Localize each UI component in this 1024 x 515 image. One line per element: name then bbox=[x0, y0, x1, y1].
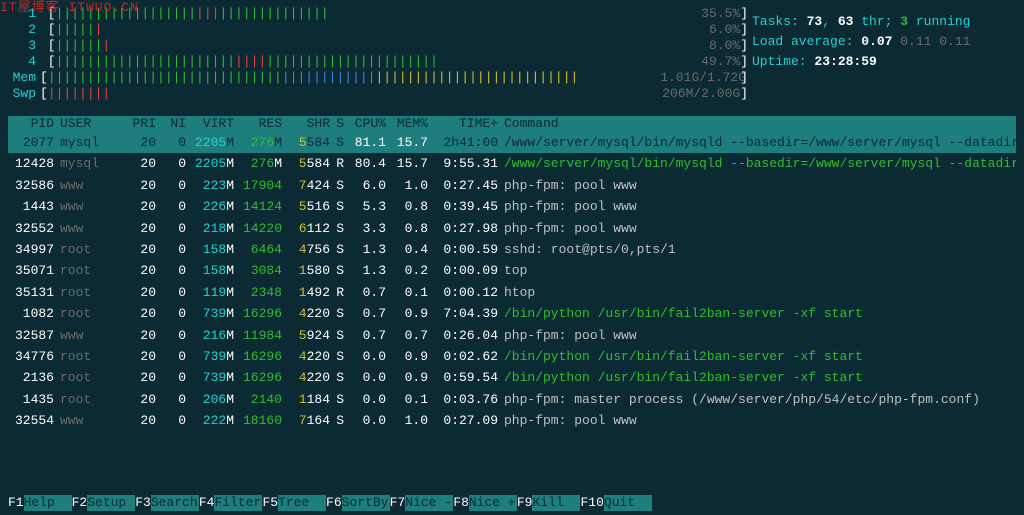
process-row[interactable]: 32552www200218M142206112S3.30.80:27.98ph… bbox=[8, 218, 1016, 239]
process-row[interactable]: 12428mysql2002205M276M5584R80.415.79:55.… bbox=[8, 153, 1016, 174]
loadavg-line: Load average: 0.07 0.11 0.11 bbox=[752, 34, 1016, 54]
info-panel: Tasks: 73, 63 thr; 3 running Load averag… bbox=[748, 6, 1016, 102]
process-row[interactable]: 35131root200119M23481492R0.70.10:00.12ht… bbox=[8, 282, 1016, 303]
process-row[interactable]: 2136root200739M162964220S0.00.90:59.54/b… bbox=[8, 367, 1016, 388]
process-row[interactable]: 32554www200222M181607164S0.01.00:27.09ph… bbox=[8, 410, 1016, 431]
process-row[interactable]: 2077mysql2002205M276M5584S81.115.72h41:0… bbox=[8, 132, 1016, 153]
tasks-line: Tasks: 73, 63 thr; 3 running bbox=[752, 14, 1016, 34]
fkey-F3[interactable]: F3 bbox=[135, 495, 151, 510]
fkey-F1[interactable]: F1 bbox=[8, 495, 24, 510]
cpu-meter-1: 1 [|||||||||||||||||||||||||||||||||||35… bbox=[8, 6, 748, 22]
fkey-F2[interactable]: F2 bbox=[72, 495, 88, 510]
cpu-meter-3: 3 [|||||||8.0%] bbox=[8, 38, 748, 54]
fkey-F5[interactable]: F5 bbox=[262, 495, 278, 510]
fkey-F8[interactable]: F8 bbox=[453, 495, 469, 510]
process-list[interactable]: 2077mysql2002205M276M5584S81.115.72h41:0… bbox=[8, 132, 1016, 431]
meters-panel: 1 [|||||||||||||||||||||||||||||||||||35… bbox=[8, 6, 748, 102]
process-row[interactable]: 34776root200739M162964220S0.00.90:02.62/… bbox=[8, 346, 1016, 367]
process-row[interactable]: 32586www200223M179047424S6.01.00:27.45ph… bbox=[8, 175, 1016, 196]
fkey-F7[interactable]: F7 bbox=[390, 495, 406, 510]
swp-meter: Swp[||||||||206M/2.00G] bbox=[8, 86, 748, 102]
process-row[interactable]: 1435root200206M21401184S0.00.10:03.76php… bbox=[8, 389, 1016, 410]
mem-meter: Mem[||||||||||||||||||||||||||||||||||||… bbox=[8, 70, 748, 86]
function-keys[interactable]: F1Help F2Setup F3SearchF4FilterF5Tree F6… bbox=[8, 495, 652, 511]
fkey-F9[interactable]: F9 bbox=[517, 495, 533, 510]
top-section: 1 [|||||||||||||||||||||||||||||||||||35… bbox=[8, 6, 1016, 102]
process-row[interactable]: 1082root200739M162964220S0.70.97:04.39/b… bbox=[8, 303, 1016, 324]
fkey-F4[interactable]: F4 bbox=[199, 495, 215, 510]
fkey-F6[interactable]: F6 bbox=[326, 495, 342, 510]
process-row[interactable]: 1443www200226M141245516S5.30.80:39.45php… bbox=[8, 196, 1016, 217]
uptime-line: Uptime: 23:28:59 bbox=[752, 54, 1016, 74]
process-header[interactable]: PIDUSERPRINIVIRTRESSHRSCPU%MEM%TIME+Comm… bbox=[8, 116, 1016, 132]
process-row[interactable]: 32587www200216M119845924S0.70.70:26.04ph… bbox=[8, 325, 1016, 346]
cpu-meter-4: 4 [|||||||||||||||||||||||||||||||||||||… bbox=[8, 54, 748, 70]
htop-screen: IT屋博客 ITWUO.CN 1 [||||||||||||||||||||||… bbox=[0, 0, 1024, 515]
process-row[interactable]: 35071root200158M30841580S1.30.20:00.09to… bbox=[8, 260, 1016, 281]
cpu-meter-2: 2 [||||||6.0%] bbox=[8, 22, 748, 38]
process-row[interactable]: 34997root200158M64644756S1.30.40:00.59ss… bbox=[8, 239, 1016, 260]
fkey-F10[interactable]: F10 bbox=[580, 495, 603, 510]
